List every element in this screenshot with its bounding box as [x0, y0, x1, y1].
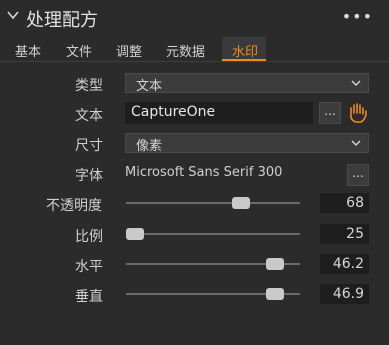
- tab-adjust[interactable]: 调整: [116, 41, 142, 60]
- text-label: 文本: [75, 108, 103, 124]
- more-icon[interactable]: •••: [342, 7, 373, 26]
- scale-label: 比例: [75, 229, 103, 245]
- scale-value[interactable]: 25: [320, 224, 369, 244]
- type-label: 类型: [75, 78, 103, 94]
- type-select[interactable]: 文本: [125, 73, 369, 94]
- chevron-down-icon[interactable]: [6, 8, 20, 22]
- tab-watermark[interactable]: 水印: [232, 41, 258, 60]
- size-label: 尺寸: [75, 138, 103, 154]
- panel-header: 处理配方 •••: [0, 0, 389, 36]
- chevron-down-icon: [351, 140, 361, 146]
- opacity-slider-track[interactable]: [126, 197, 300, 209]
- opacity-slider-thumb[interactable]: [232, 197, 250, 209]
- tab-file[interactable]: 文件: [66, 41, 92, 60]
- horizontal-label: 水平: [75, 259, 103, 275]
- scale-slider-track[interactable]: [126, 228, 300, 240]
- chevron-down-icon: [351, 80, 361, 86]
- horizontal-slider-track[interactable]: [126, 258, 300, 270]
- font-picker-button[interactable]: ...: [347, 164, 369, 186]
- horizontal-slider-thumb[interactable]: [266, 258, 284, 270]
- vertical-label: 垂直: [75, 289, 103, 305]
- tab-active-underline: [222, 59, 266, 61]
- panel-title: 处理配方: [26, 10, 98, 31]
- vertical-value[interactable]: 46.9: [320, 284, 369, 304]
- scale-slider-thumb[interactable]: [126, 228, 144, 240]
- font-value: Microsoft Sans Serif 300: [125, 165, 283, 180]
- opacity-value[interactable]: 68: [320, 193, 369, 213]
- hand-icon[interactable]: [346, 102, 370, 124]
- text-options-button[interactable]: ...: [319, 102, 341, 124]
- font-label: 字体: [75, 168, 103, 184]
- size-select[interactable]: 像素: [125, 133, 369, 154]
- tab-bar: 基本 文件 调整 元数据 水印: [0, 37, 389, 62]
- watermark-text-input[interactable]: CaptureOne: [125, 102, 313, 124]
- vertical-slider-track[interactable]: [126, 288, 300, 300]
- tab-basic[interactable]: 基本: [15, 41, 41, 60]
- tab-metadata[interactable]: 元数据: [166, 41, 205, 60]
- vertical-slider-thumb[interactable]: [266, 288, 284, 300]
- opacity-label: 不透明度: [46, 198, 102, 214]
- type-select-value: 文本: [136, 79, 163, 94]
- horizontal-value[interactable]: 46.2: [320, 254, 369, 274]
- size-select-value: 像素: [136, 139, 163, 154]
